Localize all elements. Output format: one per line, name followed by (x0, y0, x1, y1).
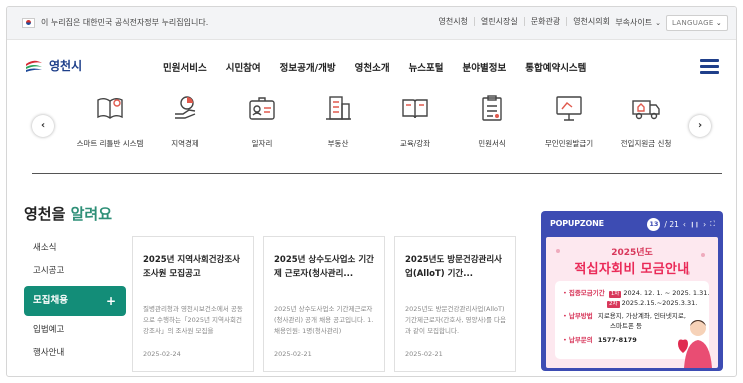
popup-banner[interactable]: 2025년도 적십자회비 모금안내 • 집중모금기간 1차 2024. 12. 1.… (546, 237, 718, 368)
quick-menu-next-button[interactable]: › (689, 115, 711, 137)
card-title: 2025년 지역사회건강조사 조사원 모집공고 (143, 255, 240, 279)
banner-row-method-2: 스마트폰 등 (610, 322, 642, 330)
section-title-prefix: 영천을 (24, 205, 71, 223)
banner-year: 2025년도 (611, 248, 653, 258)
more-plus-icon[interactable]: + (106, 286, 116, 316)
gov-links: 영천시청 열린시장실 문화관광 영천시의회 (432, 17, 616, 26)
popup-total: / 21 (664, 220, 679, 229)
period-label: 집중모금기간 (568, 289, 605, 297)
popup-zone-controls: 13 / 21 ‹ ❙❙ › ⛶ (647, 218, 715, 231)
id-badge-icon (249, 97, 275, 120)
main-nav: 민원서비스 시민참여 정보공개/개방 영천소개 뉴스포털 분야별정보 통합예약시… (163, 60, 605, 74)
method-text: 지로용지, 가상계좌, 인터넷지로, (597, 312, 686, 320)
category-events[interactable]: 행사안내 (24, 342, 126, 365)
affiliated-sites-dropdown[interactable]: 부속사이트 ⌄ (615, 17, 661, 28)
popup-next-button[interactable]: › (703, 220, 706, 229)
building-icon (326, 96, 351, 120)
card-title: 2025년도 방문건강관리사업(AlloT) 기간... (405, 255, 502, 279)
section-title: 영천을 알려요 (24, 203, 112, 224)
gov-notice-bar: 이 누리집은 대한민국 공식전자정부 누리집입니다. 영천시청 열린시장실 문화… (7, 7, 736, 40)
logo-text[interactable]: 영천시 (49, 57, 82, 74)
board-card[interactable]: 2025년도 방문건강관리사업(AlloT) 기간... 2025년도 방문건강… (394, 236, 516, 372)
clipboard-icon (482, 95, 502, 121)
category-recruitment[interactable]: 모집채용 + (24, 286, 126, 316)
board-categories: 새소식 고시공고 모집채용 + 입법예고 행사안내 (24, 237, 126, 365)
nav-reservation[interactable]: 통합예약시스템 (525, 60, 586, 74)
affiliated-sites-label: 부속사이트 (615, 18, 653, 27)
gov-link-cityhall[interactable]: 영천시청 (432, 17, 473, 26)
moving-truck-icon (632, 100, 660, 120)
quick-menu-prev-button[interactable]: ‹ (32, 115, 54, 137)
nav-civil-service[interactable]: 민원서비스 (163, 60, 207, 74)
chevron-down-icon: ⌄ (715, 19, 722, 27)
category-legislation[interactable]: 입법예고 (24, 319, 126, 342)
book-icon (97, 98, 123, 119)
banner-headline: 적십자회비 모금안내 (574, 262, 690, 277)
language-label: LANGUAGE (672, 19, 714, 27)
nav-participation[interactable]: 시민참여 (226, 60, 261, 74)
section-divider (32, 173, 722, 174)
chevron-down-icon: ⌄ (655, 19, 661, 27)
method-text-2: 스마트폰 등 (610, 322, 642, 330)
category-notices[interactable]: 고시공고 (24, 260, 126, 283)
nav-about[interactable]: 영천소개 (355, 60, 390, 74)
yeongcheon-logo-icon[interactable] (25, 59, 43, 73)
chart-hand-icon (175, 96, 196, 119)
board-card[interactable]: 2025년 지역사회건강조사 조사원 모집공고 질병관리청과 영천시보건소에서 … (132, 236, 254, 372)
quick-item-label: 전입지원금 신청 (620, 139, 672, 148)
card-description: 2025년 상수도사업소 기간제근로자(청사관리) 공개 채용 공고입니다. 1… (274, 305, 374, 335)
open-book-icon (402, 99, 428, 119)
card-title: 2025년 상수도사업소 기간제 근로자(청사관리... (274, 255, 374, 279)
browser-frame: 이 누리집은 대한민국 공식전자정부 누리집입니다. 영천시청 열린시장실 문화… (6, 6, 737, 377)
popup-zone: POPUPZONE 13 / 21 ‹ ❙❙ › ⛶ 2025년도 적십자회비 … (541, 211, 723, 371)
popup-prev-button[interactable]: ‹ (683, 220, 686, 229)
card-date: 2025-02-24 (143, 350, 181, 358)
gov-link-tourism[interactable]: 문화관광 (523, 17, 566, 26)
popup-zone-title: POPUPZONE (550, 219, 604, 228)
quick-menu: ‹ 스마트 리틀반 시스템 지역경제 일자리 부동산 교육/강좌 민원서식 무인… (7, 88, 736, 180)
banner-row-period-2: 2차 2025.2.15.~2025.3.31. (605, 299, 697, 308)
nav-info-open[interactable]: 정보공개/개방 (280, 60, 336, 74)
method-label: 납부방법 (568, 312, 593, 320)
period-2: 2025.2.15.~2025.3.31. (621, 299, 698, 307)
site-header: 영천시 민원서비스 시민참여 정보공개/개방 영천소개 뉴스포털 분야별정보 통… (7, 40, 736, 88)
gov-link-mayor[interactable]: 열린시장실 (473, 17, 524, 26)
contact-number: 1577-8179 (597, 336, 637, 344)
period-1-badge: 1차 (608, 291, 622, 298)
contact-label: 납부문의 (568, 336, 593, 344)
popup-pause-button[interactable]: ❙❙ (690, 222, 699, 228)
board-card[interactable]: 2025년 상수도사업소 기간제 근로자(청사관리... 2025년 상수도사업… (263, 236, 385, 372)
banner-row-contact: • 납부문의 1577-8179 (563, 336, 637, 344)
nav-fields[interactable]: 분야별정보 (463, 60, 507, 74)
card-description: 2025년도 방문건강관리사업(AlloT) 기간제근로자(간호사, 영양사)를… (405, 305, 506, 335)
gov-link-council[interactable]: 영천시의회 (566, 17, 616, 26)
period-2-badge: 2차 (607, 301, 620, 308)
kiosk-icon (556, 96, 582, 121)
category-news[interactable]: 새소식 (24, 237, 126, 260)
nav-news[interactable]: 뉴스포털 (409, 60, 444, 74)
banner-row-method: • 납부방법 지로용지, 가상계좌, 인터넷지로, (563, 312, 686, 320)
card-description: 질병관리청과 영천시보건소에서 공동으로 수행하는「2025년 지역사회건강조사… (143, 305, 243, 335)
gov-notice-text: 이 누리집은 대한민국 공식전자정부 누리집입니다. (41, 18, 209, 27)
period-1: 2024. 12. 1. ~ 2025. 1.31. (623, 289, 710, 297)
person-heart-illustration-icon (678, 320, 712, 368)
banner-row-period: • 집중모금기간 1차 2024. 12. 1. ~ 2025. 1.31. (563, 289, 710, 298)
card-date: 2025-02-21 (405, 350, 443, 358)
quick-item-moving-subsidy[interactable]: 전입지원금 신청 (598, 92, 694, 149)
popup-current-index: 13 (647, 218, 661, 231)
language-select[interactable]: LANGUAGE ⌄ (666, 15, 728, 31)
popup-expand-icon[interactable]: ⛶ (710, 220, 715, 229)
section-title-highlight: 알려요 (70, 205, 113, 223)
category-recruitment-label: 모집채용 (33, 295, 68, 306)
korean-flag-icon (22, 18, 35, 28)
hamburger-menu-icon[interactable] (700, 59, 719, 74)
card-date: 2025-02-21 (274, 350, 312, 358)
